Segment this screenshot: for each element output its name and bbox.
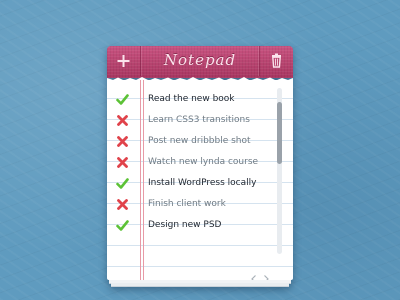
scrollbar[interactable] (277, 88, 282, 254)
plus-icon (117, 55, 130, 67)
list-item[interactable]: Watch new lynda course (107, 152, 277, 173)
scrollbar-thumb[interactable] (277, 102, 282, 164)
item-label: Read the new book (148, 94, 235, 104)
list-item[interactable]: Design new PSD (107, 215, 277, 236)
cross-icon[interactable] (116, 135, 129, 148)
trash-icon (272, 53, 281, 68)
list-item[interactable]: Install WordPress locally (107, 173, 277, 194)
item-label: Watch new lynda course (148, 157, 259, 167)
delete-button[interactable] (259, 46, 293, 76)
check-icon[interactable] (116, 177, 129, 190)
item-label: Install WordPress locally (148, 178, 257, 188)
check-icon[interactable] (116, 219, 129, 232)
paper-stack-edge (111, 283, 289, 287)
cross-icon[interactable] (116, 198, 129, 211)
item-label: Learn CSS3 transitions (148, 115, 250, 125)
todo-list: Read the new book Learn CSS3 transitions… (107, 89, 277, 236)
check-icon[interactable] (116, 93, 129, 106)
add-note-button[interactable] (107, 46, 141, 76)
item-label: Post new dribbble shot (148, 136, 251, 146)
cross-icon[interactable] (116, 114, 129, 127)
notepad-title: Notepad (163, 51, 237, 69)
list-item[interactable]: Finish client work (107, 194, 277, 215)
list-item[interactable]: Read the new book (107, 89, 277, 110)
item-label: Design new PSD (148, 220, 222, 230)
item-label: Finish client work (148, 199, 226, 209)
list-item[interactable]: Learn CSS3 transitions (107, 110, 277, 131)
notepad-widget: Notepad Read the new book Learn CSS3 tra… (107, 46, 293, 288)
paper-sheet: Read the new book Learn CSS3 transitions… (107, 80, 293, 283)
cross-icon[interactable] (116, 156, 129, 169)
list-item[interactable]: Post new dribbble shot (107, 131, 277, 152)
